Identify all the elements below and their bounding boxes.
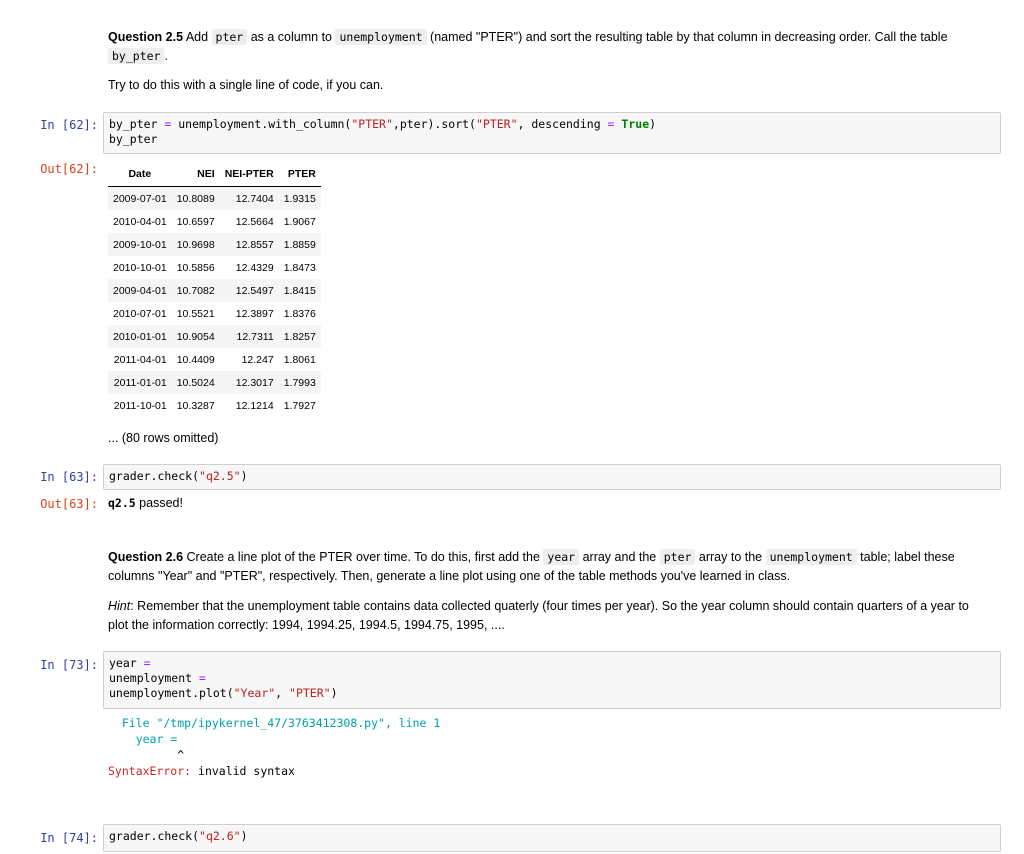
table-header: PTER bbox=[278, 162, 321, 187]
prompt-out-63: Out[63]: bbox=[40, 497, 98, 511]
table-row: 2011-10-01 10.3287 12.1214 1.7927 bbox=[113, 399, 316, 412]
table-row: 2010-10-01 10.5856 12.4329 1.8473 bbox=[113, 261, 316, 274]
inline-code-by-pter: by_pter bbox=[108, 48, 165, 64]
prompt-out-62: Out[62]: bbox=[40, 162, 98, 176]
question-2-6-hint: Hint: Remember that the unemployment tab… bbox=[108, 599, 969, 632]
table-row: 2009-07-01 10.8089 12.7404 1.9315 bbox=[108, 186, 321, 210]
table-header: NEI-PTER bbox=[219, 162, 279, 187]
grader-output-63: q2.5 passed! bbox=[108, 496, 183, 510]
table-row: 2010-01-01 10.9054 12.7311 1.8257 bbox=[108, 325, 321, 348]
prompt-in-62: In [62]: bbox=[40, 118, 98, 132]
table-row: 2009-10-01 10.9698 12.8557 1.8859 bbox=[108, 233, 321, 256]
question-2-6-title: Question 2.6 bbox=[108, 550, 184, 564]
table-row: 2011-01-01 10.5024 12.3017 1.7993 bbox=[108, 371, 321, 394]
by-pter-table: Date NEI NEI-PTER PTER 2009-07-01 10.8089… bbox=[108, 162, 321, 417]
rows-omitted-note: ... (80 rows omitted) bbox=[108, 431, 219, 445]
inline-code-year: year bbox=[543, 549, 580, 565]
code-cell-74[interactable]: grader.check("q2.6") bbox=[103, 824, 1001, 852]
prompt-in-73: In [73]: bbox=[40, 658, 98, 672]
table-header: Date bbox=[108, 162, 172, 187]
inline-code-unemployment: unemployment bbox=[335, 29, 427, 45]
prompt-in-63: In [63]: bbox=[40, 470, 98, 484]
table-row: 2010-04-01 10.6597 12.5664 1.9067 bbox=[113, 215, 316, 228]
code-cell-62[interactable]: by_pter = unemployment.with_column("PTER… bbox=[103, 112, 1001, 154]
question-2-5-hint: Try to do this with a single line of cod… bbox=[108, 78, 384, 92]
inline-code-pter: pter bbox=[211, 29, 248, 45]
prompt-in-74: In [74]: bbox=[40, 831, 98, 845]
code-cell-73[interactable]: year = unemployment = unemployment.plot(… bbox=[103, 651, 1001, 709]
code-cell-63[interactable]: grader.check("q2.5") bbox=[103, 464, 1001, 490]
table-row: 2009-04-01 10.7082 12.5497 1.8415 bbox=[108, 279, 321, 302]
table-row: 2010-07-01 10.5521 12.3897 1.8376 bbox=[113, 307, 316, 320]
table-row: 2011-04-01 10.4409 12.247 1.8061 bbox=[113, 353, 316, 366]
inline-code-unemployment: unemployment bbox=[765, 549, 857, 565]
question-2-5-title: Question 2.5 bbox=[108, 30, 184, 44]
error-traceback: File "/tmp/ipykernel_47/3763412308.py", … bbox=[108, 716, 441, 778]
table-header: NEI bbox=[171, 162, 220, 187]
question-2-6-text: Question 2.6 Create a line plot of the P… bbox=[108, 549, 955, 583]
inline-code-pter: pter bbox=[659, 549, 696, 565]
question-2-5-text: Question 2.5 Add pter as a column to une… bbox=[108, 29, 948, 64]
